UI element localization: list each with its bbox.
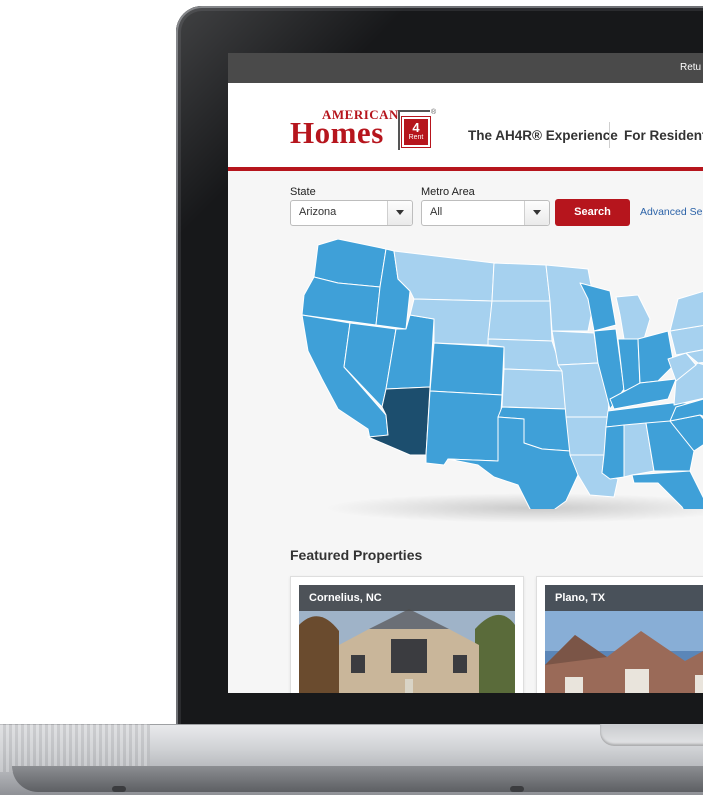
state-south-dakota[interactable] [487, 300, 553, 342]
search-button[interactable]: Search [555, 199, 630, 226]
logo-rent-sign: 4 Rent [402, 117, 430, 147]
logo-sign-word: Rent [408, 134, 424, 141]
logo-sign-post [398, 110, 430, 112]
state-florida[interactable] [631, 470, 703, 509]
state-michigan[interactable] [615, 294, 651, 340]
site-header: AMERICAN Homes 4 Rent ® [228, 83, 703, 171]
state-iowa[interactable] [551, 330, 599, 366]
american-homes-4-rent-logo[interactable]: AMERICAN Homes 4 Rent ® [290, 105, 440, 151]
us-state-map[interactable] [298, 239, 703, 509]
state-select[interactable]: Arizona [290, 200, 413, 226]
state-new-york[interactable] [669, 287, 703, 332]
logo-homes-text: Homes [290, 115, 384, 150]
utility-bar: Retu [228, 53, 703, 83]
advanced-search-link[interactable]: Advanced Se [640, 206, 702, 218]
logo-sign-number: 4 [412, 120, 420, 135]
state-ohio[interactable] [637, 330, 675, 384]
state-minnesota[interactable] [545, 264, 595, 332]
state-label: State [290, 186, 316, 198]
metro-area-select-value: All [430, 206, 443, 218]
property-location: Plano, TX [545, 585, 703, 611]
nav-for-residents[interactable]: For Residents [624, 128, 703, 143]
property-location: Cornelius, NC [299, 585, 515, 611]
browser-screen: Retu AMERICAN Homes 4 Rent ® The AH4R® E… [228, 53, 703, 693]
nav-divider [609, 122, 610, 148]
metro-area-select[interactable]: All [421, 200, 550, 226]
laptop-hinge [0, 724, 150, 772]
laptop-opening-notch [600, 724, 703, 746]
logo-sign-post [398, 110, 400, 150]
property-photo[interactable]: Plano, TX [545, 585, 703, 693]
state-select-value: Arizona [299, 206, 337, 218]
state-north-dakota[interactable] [491, 262, 551, 302]
state-colorado[interactable] [429, 342, 505, 396]
state-kansas[interactable] [501, 368, 567, 410]
property-photo[interactable]: Cornelius, NC [299, 585, 515, 693]
state-new-mexico[interactable] [425, 390, 503, 466]
chevron-down-icon[interactable] [524, 201, 549, 225]
metro-area-label: Metro Area [421, 186, 475, 198]
state-arkansas[interactable] [565, 416, 609, 456]
logo-registered-mark: ® [431, 109, 437, 116]
nav-ah4r-experience[interactable]: The AH4R® Experience [468, 128, 618, 143]
state-mississippi[interactable] [601, 424, 625, 480]
chevron-down-icon[interactable] [387, 201, 412, 225]
return-link[interactable]: Retu [680, 62, 701, 73]
laptop-foot [112, 786, 126, 792]
laptop-foot [510, 786, 524, 792]
property-card[interactable]: Cornelius, NC [290, 576, 524, 693]
featured-properties-heading: Featured Properties [290, 547, 423, 563]
property-card[interactable]: Plano, TX [536, 576, 703, 693]
